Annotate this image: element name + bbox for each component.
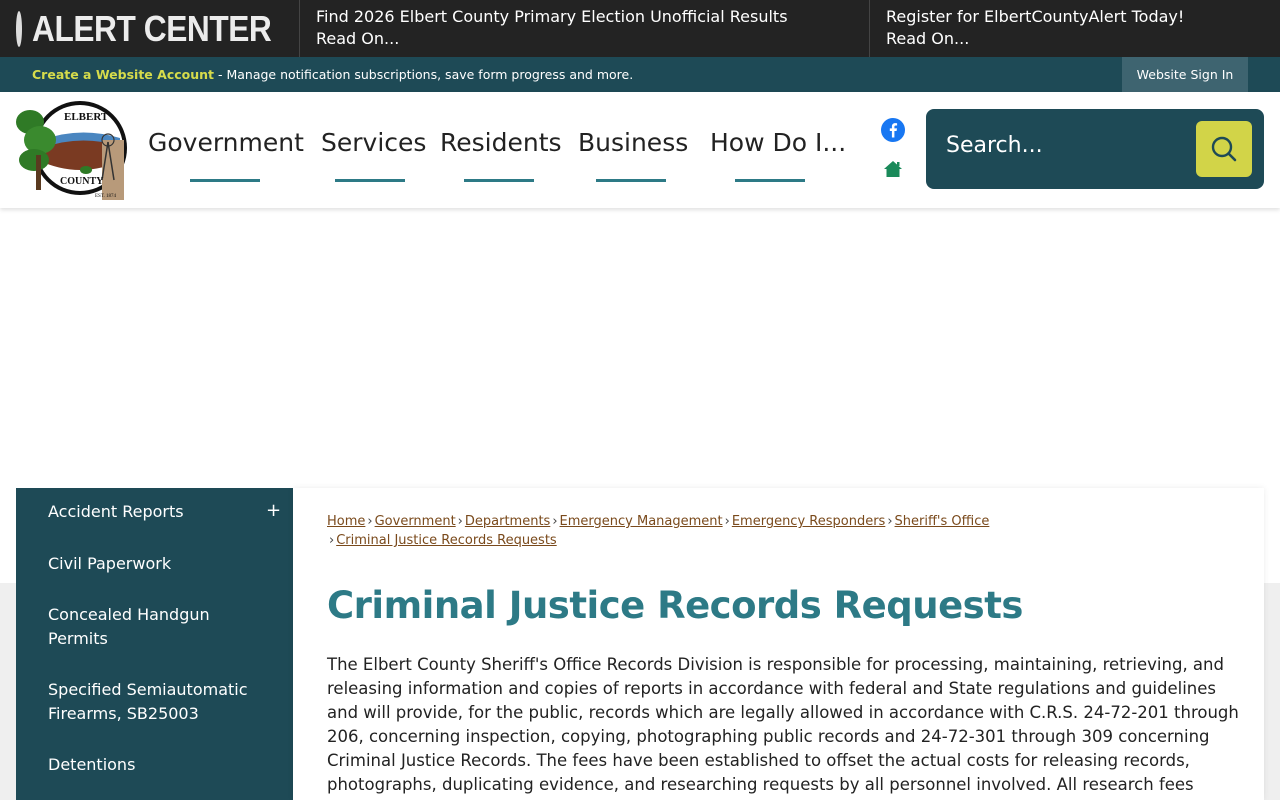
account-message: Create a Website Account - Manage notifi…	[0, 67, 633, 82]
breadcrumb-government[interactable]: Government	[375, 514, 456, 529]
breadcrumb-home[interactable]: Home	[327, 514, 365, 529]
breadcrumb-emergency-management[interactable]: Emergency Management	[560, 514, 723, 529]
alert-item[interactable]: Register for ElbertCountyAlert Today! Re…	[870, 0, 1280, 57]
sidebar-item-concealed-handgun-permits[interactable]: Concealed Handgun Permits	[48, 603, 268, 651]
search-box	[926, 109, 1264, 189]
alert-center-title: ALERT CENTER	[32, 7, 272, 49]
sidebar-item-specified-semiautomatic-firearms[interactable]: Specified Semiautomatic Firearms, SB2500…	[48, 678, 263, 726]
breadcrumb-separator: ›	[457, 514, 463, 529]
nav-business[interactable]: Business	[578, 128, 688, 157]
page-body-text: The Elbert County Sheriff's Office Recor…	[327, 655, 1239, 800]
create-account-link[interactable]: Create a Website Account	[32, 67, 214, 82]
breadcrumb-emergency-responders[interactable]: Emergency Responders	[732, 514, 886, 529]
nav-how-do-i-underline	[735, 179, 805, 182]
nav-business-underline	[596, 179, 666, 182]
sidebar-item-detentions[interactable]: Detentions	[48, 753, 268, 777]
breadcrumb-separator: ›	[329, 533, 335, 548]
nav-residents-underline	[464, 179, 534, 182]
nav-services[interactable]: Services	[321, 128, 426, 157]
main-content: Home › Government › Departments › Emergency Ma…	[293, 488, 1264, 800]
alert-read-on-link[interactable]: Read On...	[316, 28, 853, 50]
breadcrumb: Home › Government › Departments › Emergency Ma…	[327, 512, 1027, 550]
account-bar: Create a Website Account - Manage notifi…	[0, 57, 1280, 92]
nav-residents[interactable]: Residents	[440, 128, 562, 157]
breadcrumb-separator: ›	[367, 514, 373, 529]
nav-government-underline	[190, 179, 260, 182]
search-button[interactable]	[1196, 121, 1252, 177]
alert-item[interactable]: Find 2026 Elbert County Primary Election…	[300, 0, 870, 57]
elbert-county-logo[interactable]: ELBERT COUNTY EST. 1874	[16, 100, 128, 200]
breadcrumb-separator: ›	[552, 514, 558, 529]
logo-top-text: ELBERT	[64, 111, 109, 123]
sidebar-item-civil-paperwork[interactable]: Civil Paperwork	[48, 552, 268, 576]
expand-plus-icon[interactable]: +	[266, 500, 281, 521]
logo-est-text: EST. 1874	[95, 194, 117, 199]
alert-center-bar: ALERT CENTER Find 2026 Elbert County Pri…	[0, 0, 1280, 57]
alert-read-on-link[interactable]: Read On...	[886, 28, 1264, 50]
breadcrumb-sheriffs-office[interactable]: Sheriff's Office	[895, 514, 990, 529]
alert-light-icon	[16, 10, 22, 47]
alert-headline[interactable]: Register for ElbertCountyAlert Today!	[886, 6, 1264, 28]
page-title: Criminal Justice Records Requests	[327, 584, 1023, 627]
breadcrumb-separator: ›	[724, 514, 730, 529]
nav-government[interactable]: Government	[148, 128, 304, 157]
alert-center-heading[interactable]: ALERT CENTER	[0, 0, 300, 57]
breadcrumb-separator: ›	[887, 514, 893, 529]
website-sign-in-button[interactable]: Website Sign In	[1122, 57, 1248, 92]
sidebar-item-accident-reports[interactable]: Accident Reports	[48, 500, 268, 524]
alert-headline[interactable]: Find 2026 Elbert County Primary Election…	[316, 6, 853, 28]
sidebar-nav: Accident Reports + Civil Paperwork Conce…	[16, 488, 293, 800]
facebook-icon[interactable]	[881, 118, 905, 142]
nav-services-underline	[335, 179, 405, 182]
account-description: - Manage notification subscriptions, sav…	[214, 67, 634, 82]
search-icon	[1211, 136, 1237, 162]
breadcrumb-current-page[interactable]: Criminal Justice Records Requests	[336, 533, 557, 548]
search-input[interactable]	[946, 133, 1186, 158]
site-header: ELBERT COUNTY EST. 1874 Government Servi…	[0, 92, 1280, 208]
breadcrumb-departments[interactable]: Departments	[465, 514, 550, 529]
nav-how-do-i[interactable]: How Do I...	[710, 128, 846, 157]
logo-bottom-text: COUNTY	[60, 176, 104, 187]
home-icon[interactable]	[883, 160, 903, 178]
